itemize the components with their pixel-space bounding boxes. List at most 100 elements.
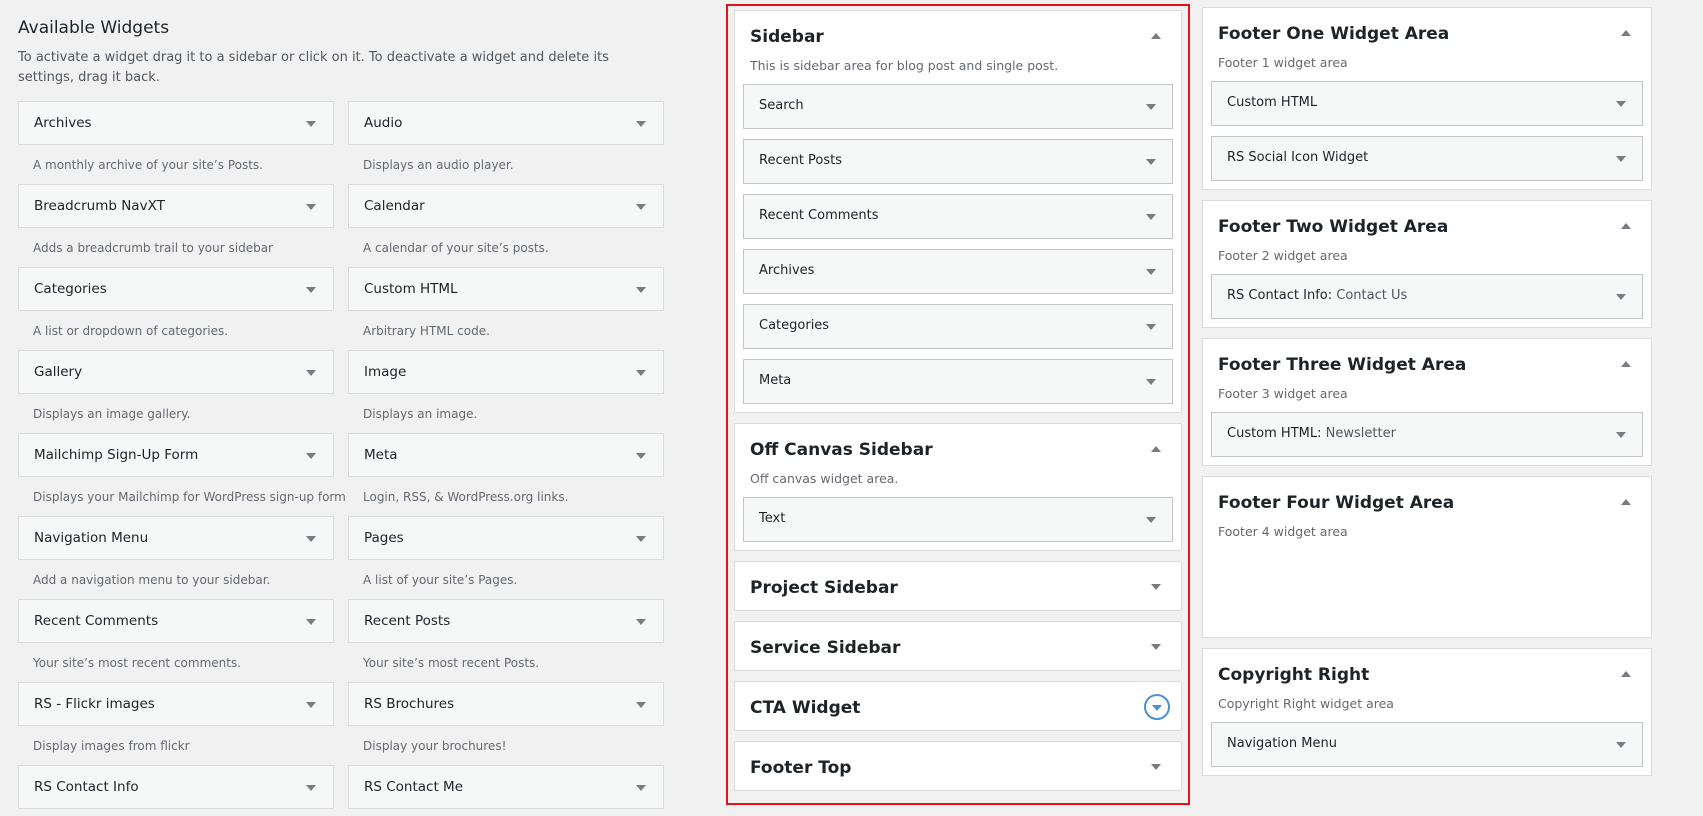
widget-title-bar[interactable]: Breadcrumb NavXT — [18, 184, 334, 228]
placed-widget[interactable]: Custom HTML — [1211, 81, 1643, 126]
widget-area-header[interactable]: Project Sidebar — [735, 562, 1181, 612]
placed-widget[interactable]: Meta — [743, 359, 1173, 404]
expand-arrow-icon[interactable] — [306, 785, 316, 791]
widget-area-description: Footer 1 widget area — [1218, 55, 1348, 70]
widget-area-header[interactable]: Footer Four Widget Area — [1203, 477, 1651, 527]
widget-title: Pages — [364, 530, 404, 546]
widget-custom-html: Custom HTML Arbitrary HTML code. — [348, 267, 664, 350]
expand-arrow-icon[interactable] — [1616, 101, 1626, 107]
chevron-up-icon[interactable] — [1621, 223, 1631, 229]
widget-title-bar[interactable]: Mailchimp Sign-Up Form — [18, 433, 334, 477]
chevron-down-icon[interactable] — [1151, 584, 1161, 590]
expand-arrow-icon[interactable] — [1146, 159, 1156, 165]
expand-arrow-icon[interactable] — [636, 121, 646, 127]
widget-area-header[interactable]: Footer One Widget Area — [1203, 8, 1651, 58]
placed-widget[interactable]: Text — [743, 497, 1173, 542]
widget-area-header[interactable]: CTA Widget — [735, 682, 1181, 732]
chevron-up-icon[interactable] — [1621, 30, 1631, 36]
expand-arrow-icon[interactable] — [636, 204, 646, 210]
widget-area-footer-four-widget-area: Footer Four Widget Area Footer 4 widget a… — [1202, 476, 1652, 638]
expand-arrow-icon[interactable] — [1616, 432, 1626, 438]
widget-title-bar[interactable]: Archives — [18, 101, 334, 145]
expand-arrow-icon[interactable] — [636, 370, 646, 376]
expand-arrow-icon[interactable] — [1146, 269, 1156, 275]
expand-arrow-icon[interactable] — [1146, 379, 1156, 385]
expand-arrow-icon[interactable] — [1146, 214, 1156, 220]
widget-area-header[interactable]: Footer Three Widget Area — [1203, 339, 1651, 389]
placed-widget[interactable]: Categories — [743, 304, 1173, 349]
chevron-up-icon[interactable] — [1621, 671, 1631, 677]
widget-title: Custom HTML — [364, 281, 458, 297]
placed-widget-name: Archives — [759, 263, 815, 278]
widget-area-header[interactable]: Sidebar — [735, 11, 1181, 61]
expand-arrow-icon[interactable] — [306, 121, 316, 127]
placed-widget[interactable]: Recent Posts — [743, 139, 1173, 184]
expand-arrow-icon[interactable] — [306, 702, 316, 708]
widget-description: Your site’s most recent Posts. — [363, 656, 540, 670]
expand-arrow-icon[interactable] — [1616, 156, 1626, 162]
widget-title-bar[interactable]: Custom HTML — [348, 267, 664, 311]
expand-arrow-icon[interactable] — [306, 619, 316, 625]
placed-widget[interactable]: Navigation Menu — [1211, 722, 1643, 767]
chevron-down-icon[interactable] — [1151, 764, 1161, 770]
widget-description: Displays your Mailchimp for WordPress si… — [33, 490, 346, 504]
expand-arrow-icon[interactable] — [1146, 104, 1156, 110]
placed-widget-name: Navigation Menu — [1227, 736, 1337, 751]
expand-arrow-icon[interactable] — [306, 287, 316, 293]
widget-area-header[interactable]: Off Canvas Sidebar — [735, 424, 1181, 474]
widget-title-bar[interactable]: Recent Comments — [18, 599, 334, 643]
expand-arrow-icon[interactable] — [306, 453, 316, 459]
placed-widget[interactable]: Archives — [743, 249, 1173, 294]
widget-title-bar[interactable]: Image — [348, 350, 664, 394]
expand-arrow-icon[interactable] — [636, 619, 646, 625]
widget-title-bar[interactable]: Meta — [348, 433, 664, 477]
chevron-down-icon[interactable] — [1151, 644, 1161, 650]
widget-area-header[interactable]: Footer Two Widget Area — [1203, 201, 1651, 251]
expand-arrow-icon[interactable] — [1146, 324, 1156, 330]
widget-title-bar[interactable]: Navigation Menu — [18, 516, 334, 560]
widget-title-bar[interactable]: Calendar — [348, 184, 664, 228]
placed-widget[interactable]: RS Contact Info: Contact Us — [1211, 274, 1643, 319]
widget-area-header[interactable]: Service Sidebar — [735, 622, 1181, 672]
placed-widget[interactable]: Recent Comments — [743, 194, 1173, 239]
available-widgets-list: Archives A monthly archive of your site’s… — [18, 101, 664, 816]
chevron-up-icon[interactable] — [1151, 33, 1161, 39]
widget-area-header[interactable]: Footer Top — [735, 742, 1181, 792]
placed-widget[interactable]: Custom HTML: Newsletter — [1211, 412, 1643, 457]
placed-widget[interactable]: Search — [743, 84, 1173, 129]
expand-arrow-icon[interactable] — [636, 453, 646, 459]
widget-area-off-canvas-sidebar: Off Canvas Sidebar Off canvas widget area… — [734, 423, 1182, 551]
chevron-up-icon[interactable] — [1621, 499, 1631, 505]
widget-title-bar[interactable]: RS Contact Info — [18, 765, 334, 809]
expand-arrow-icon[interactable] — [306, 204, 316, 210]
placed-widget-name: Recent Posts — [759, 153, 843, 168]
widget-title-bar[interactable]: RS - Flickr images — [18, 682, 334, 726]
widget-title-bar[interactable]: Recent Posts — [348, 599, 664, 643]
widget-title-bar[interactable]: Audio — [348, 101, 664, 145]
widget-title-bar[interactable]: RS Brochures — [348, 682, 664, 726]
widget-recent-comments: Recent Comments Your site’s most recent c… — [18, 599, 334, 682]
expand-arrow-icon[interactable] — [1616, 742, 1626, 748]
widget-area-name: CTA Widget — [750, 698, 861, 718]
placed-widget-subtitle: Contact Us — [1336, 288, 1408, 303]
expand-arrow-icon[interactable] — [636, 536, 646, 542]
widget-description: Displays an image gallery. — [33, 407, 191, 421]
widget-area-name: Service Sidebar — [750, 638, 901, 658]
widget-title-bar[interactable]: RS Contact Me — [348, 765, 664, 809]
placed-widget[interactable]: RS Social Icon Widget — [1211, 136, 1643, 181]
widget-title-bar[interactable]: Pages — [348, 516, 664, 560]
widget-title-bar[interactable]: Categories — [18, 267, 334, 311]
expand-arrow-icon[interactable] — [306, 536, 316, 542]
expand-arrow-icon[interactable] — [1146, 517, 1156, 523]
expand-arrow-icon[interactable] — [636, 287, 646, 293]
expand-arrow-icon[interactable] — [1616, 294, 1626, 300]
widget-area-header[interactable]: Copyright Right — [1203, 649, 1651, 699]
expand-arrow-icon[interactable] — [636, 702, 646, 708]
expand-arrow-icon[interactable] — [636, 785, 646, 791]
expand-arrow-icon[interactable] — [306, 370, 316, 376]
chevron-up-icon[interactable] — [1621, 361, 1631, 367]
chevron-up-icon[interactable] — [1151, 446, 1161, 452]
toggle-button[interactable] — [1144, 694, 1170, 720]
widget-audio: Audio Displays an audio player. — [348, 101, 664, 184]
widget-title-bar[interactable]: Gallery — [18, 350, 334, 394]
